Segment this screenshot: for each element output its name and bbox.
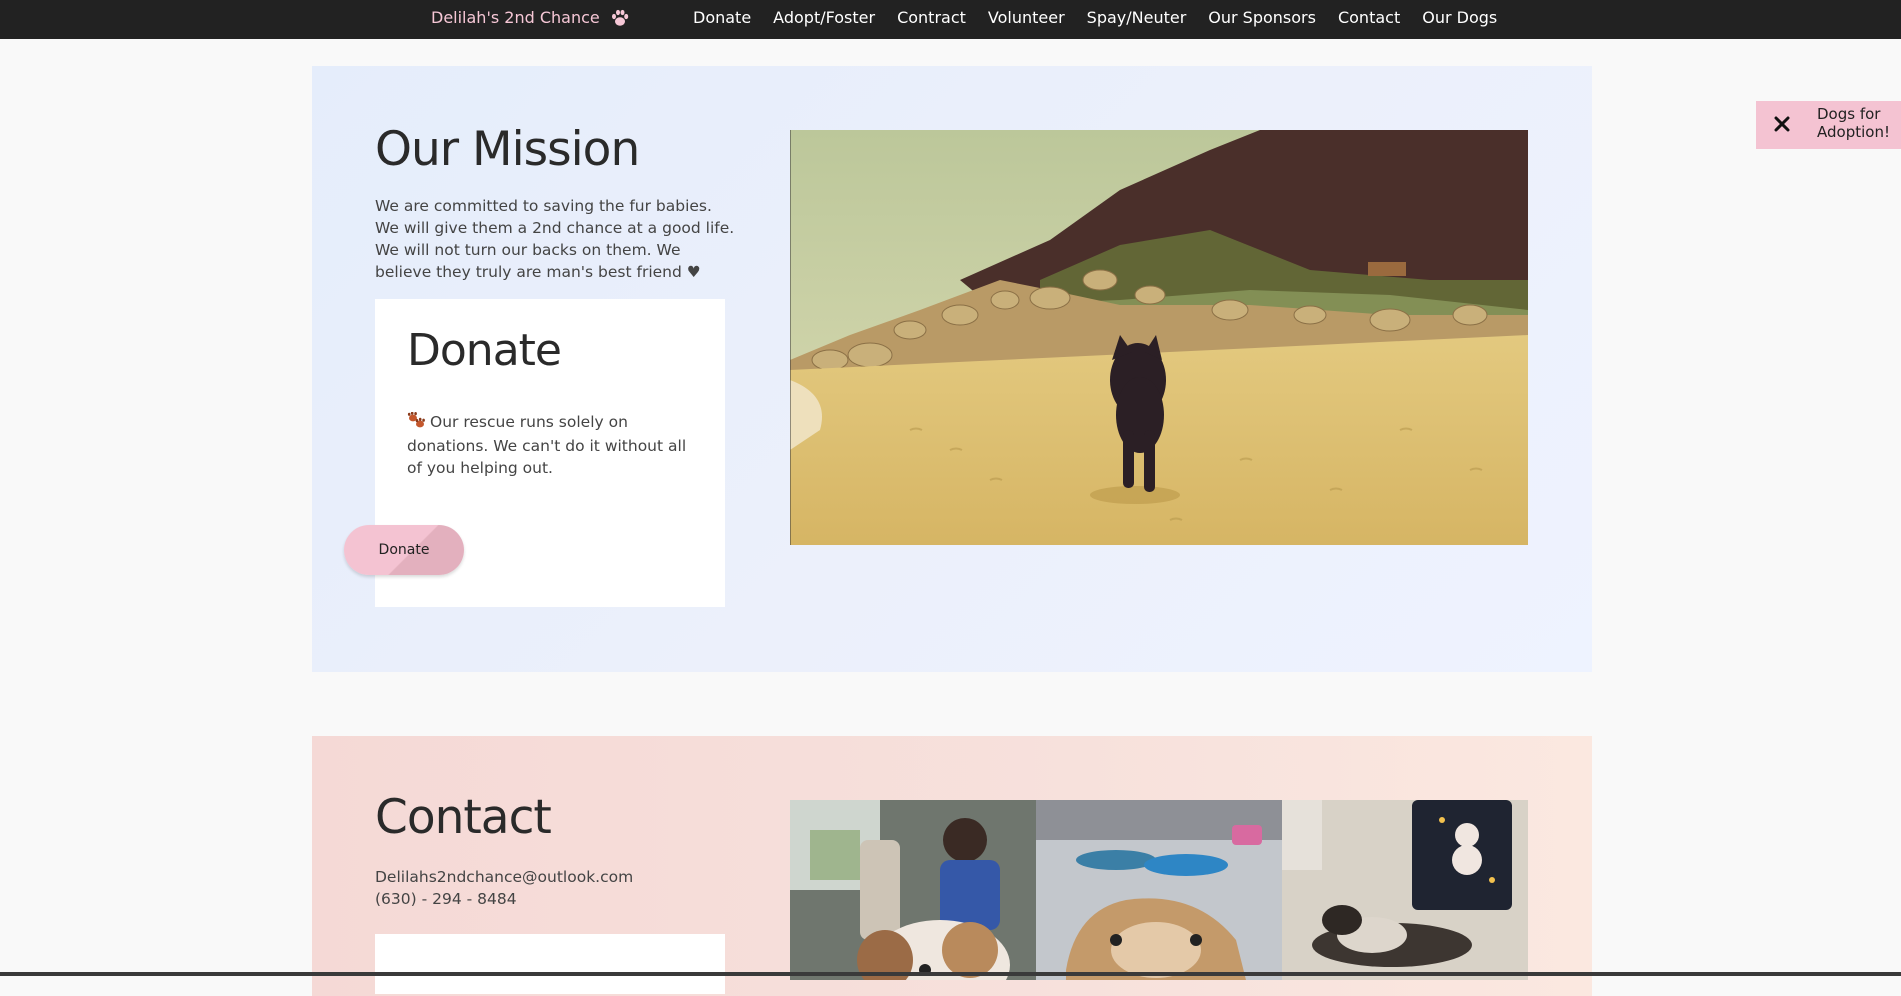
- dogs-for-adoption-toast[interactable]: Dogs for Adoption!: [1756, 101, 1901, 149]
- nav-spay-neuter[interactable]: Spay/Neuter: [1087, 1, 1187, 35]
- beach-dog-photo: [790, 130, 1528, 545]
- nav-volunteer[interactable]: Volunteer: [988, 1, 1065, 35]
- contact-card: [375, 934, 725, 994]
- bottom-edge: [0, 972, 1901, 976]
- nav-donate[interactable]: Donate: [693, 1, 751, 35]
- brand-link[interactable]: Delilah's 2nd Chance: [431, 0, 630, 35]
- close-icon[interactable]: [1771, 113, 1793, 135]
- nav-contract[interactable]: Contract: [897, 1, 966, 35]
- contact-phone[interactable]: (630) - 294 - 8484: [375, 888, 517, 910]
- donate-title: Donate: [407, 325, 562, 376]
- donate-button[interactable]: Donate: [344, 525, 464, 575]
- dog-in-yard-photo: [1036, 800, 1282, 980]
- nav-contact[interactable]: Contact: [1338, 1, 1400, 35]
- toast-message[interactable]: Dogs for Adoption!: [1817, 105, 1901, 141]
- mission-section: Our Mission We are committed to saving t…: [312, 66, 1592, 672]
- mission-title: Our Mission: [375, 122, 640, 177]
- paw-icon: [610, 8, 630, 28]
- contact-title: Contact: [375, 790, 552, 845]
- donate-text: Our rescue runs solely on donations. We …: [407, 413, 687, 477]
- brand-name: Delilah's 2nd Chance: [431, 7, 600, 27]
- contact-email[interactable]: Delilahs2ndchance@outlook.com: [375, 866, 633, 888]
- nav-adopt-foster[interactable]: Adopt/Foster: [773, 1, 875, 35]
- mission-text: We are committed to saving the fur babie…: [375, 197, 735, 281]
- dog-in-car-photo: [790, 800, 1036, 980]
- top-navigation-bar: Delilah's 2nd Chance Donate Adopt/Foster…: [0, 0, 1901, 39]
- dog-on-bed-photo: [1282, 800, 1528, 980]
- nav-our-dogs[interactable]: Our Dogs: [1422, 1, 1497, 35]
- nav-our-sponsors[interactable]: Our Sponsors: [1208, 1, 1316, 35]
- contact-section: Contact Delilahs2ndchance@outlook.com (6…: [312, 736, 1592, 996]
- donate-description: Our rescue runs solely on donations. We …: [407, 411, 697, 479]
- main-nav: Donate Adopt/Foster Contract Volunteer S…: [693, 0, 1497, 35]
- paw-prints-icon: [407, 411, 426, 435]
